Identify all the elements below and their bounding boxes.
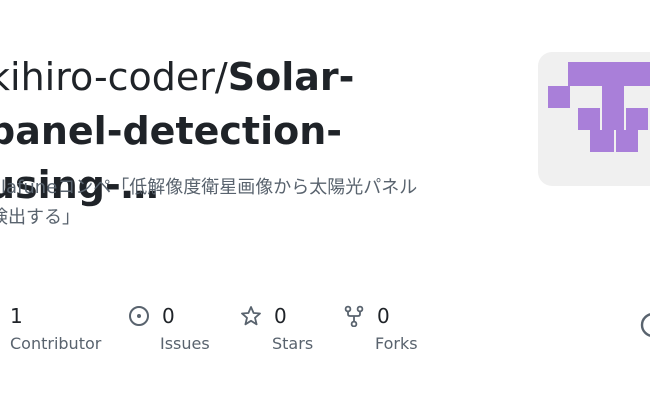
owner-avatar[interactable] <box>538 52 650 186</box>
stat-stars[interactable]: 0 Stars <box>240 300 313 353</box>
stat-forks[interactable]: 0 Forks <box>343 300 418 353</box>
forks-count: 0 <box>377 304 390 328</box>
repo-description-line-1: olafuneコンペ「低解像度衛星画像から太陽光パネル <box>0 177 418 198</box>
identicon <box>548 62 650 152</box>
forks-label: Forks <box>375 334 418 353</box>
repo-stats: 1 Contributor 0 Issues 0 Stars 0 Forks <box>0 300 520 360</box>
repo-description: olafuneコンペ「低解像度衛星画像から太陽光パネル 検出する」 <box>0 173 500 233</box>
repo-owner[interactable]: kihiro-coder/ <box>0 55 228 99</box>
fork-icon <box>343 305 365 328</box>
star-icon <box>240 305 262 327</box>
github-logo-icon <box>640 312 650 338</box>
stars-count: 0 <box>274 304 287 328</box>
stars-label: Stars <box>272 334 314 353</box>
issue-icon <box>128 305 150 327</box>
issues-count: 0 <box>162 304 175 328</box>
repo-social-card: kihiro-coder/Solar- panel-detection-usin… <box>0 0 650 400</box>
contributors-count: 1 <box>10 304 23 328</box>
stat-contributors[interactable]: 1 Contributor <box>10 300 101 353</box>
contributors-label: Contributor <box>10 334 102 353</box>
stat-issues[interactable]: 0 Issues <box>128 300 210 353</box>
issues-label: Issues <box>160 334 210 353</box>
repo-name-line-1[interactable]: Solar- <box>228 55 355 99</box>
repo-description-line-2: 検出する」 <box>0 207 80 228</box>
